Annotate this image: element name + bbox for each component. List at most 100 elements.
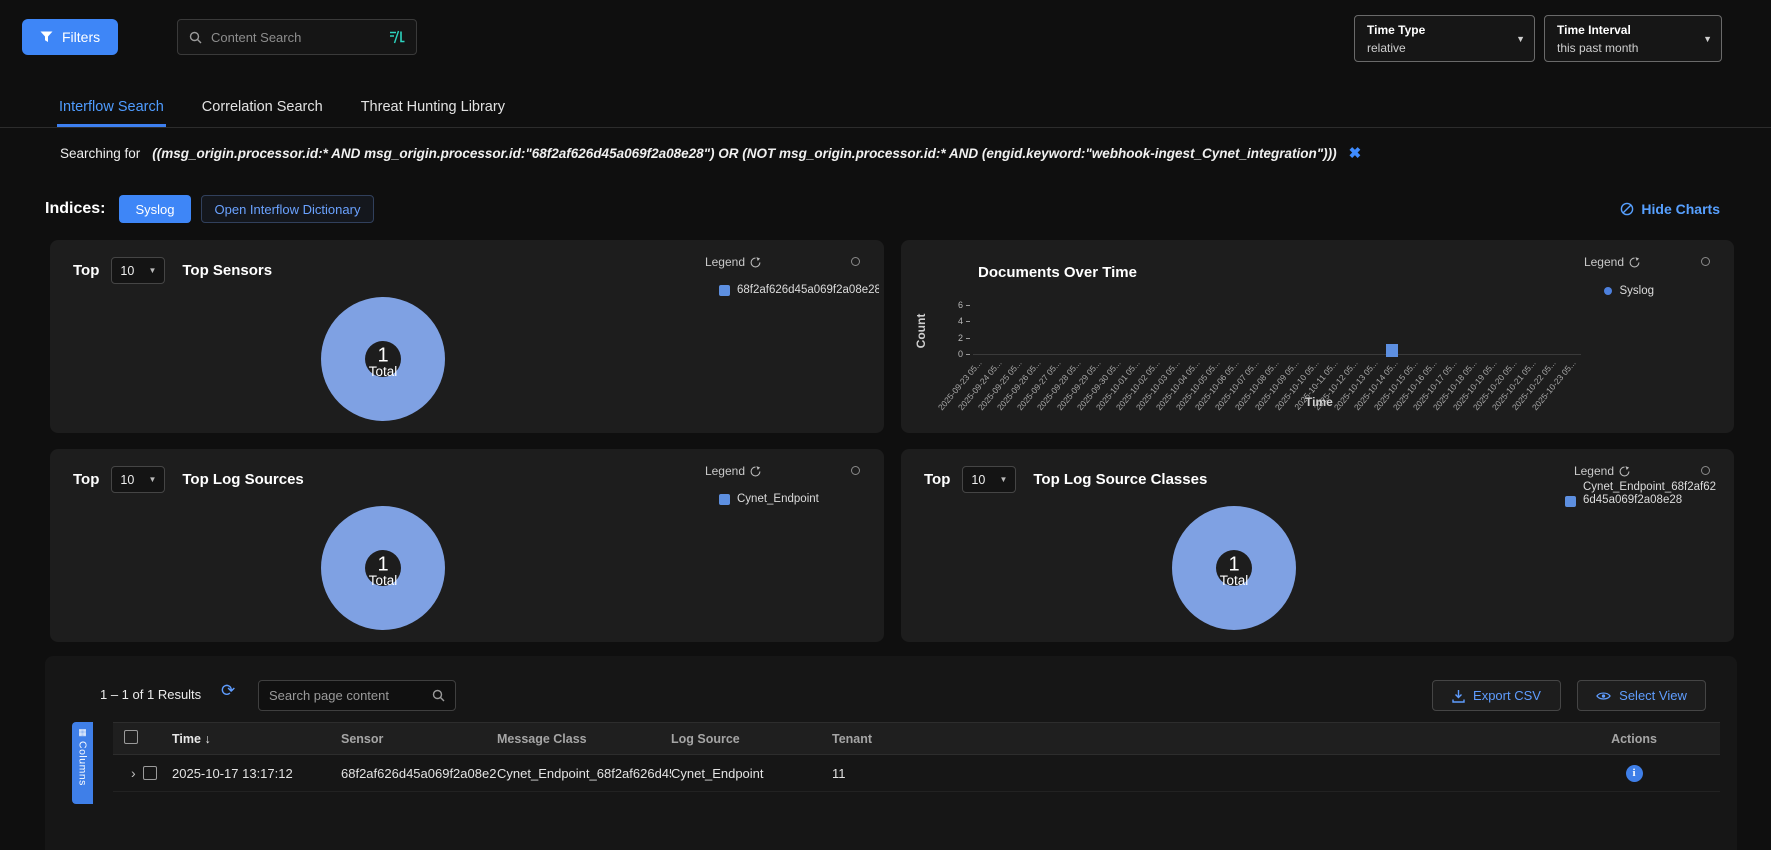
search-icon	[189, 31, 202, 44]
top-log-source-classes-panel: Top 10 ▼ Top Log Source Classes Legend C…	[901, 449, 1734, 642]
legend-item[interactable]: Cynet_Endpoint	[719, 493, 879, 505]
query-text: ((msg_origin.processor.id:* AND msg_orig…	[152, 146, 1336, 161]
row-expander-icon[interactable]: ›	[131, 766, 136, 780]
panel-radio-icon[interactable]	[851, 466, 860, 475]
legend-swatch-icon	[719, 285, 730, 296]
indices-label: Indices:	[45, 200, 105, 218]
legend-toggle-icon	[750, 257, 761, 268]
table-row[interactable]: › 2025-10-17 13:17:12 68f2af626d45a069f2…	[113, 755, 1720, 792]
panel-title: Top Log Source Classes	[1033, 471, 1207, 488]
top-label: Top	[924, 471, 950, 488]
legend-swatch-icon	[719, 494, 730, 505]
top-sensors-panel: Top 10 ▼ Top Sensors Legend 68f2af626d45…	[50, 240, 884, 433]
clear-query-icon[interactable]: ✖	[1349, 144, 1362, 162]
hide-charts-link[interactable]: Hide Charts	[1620, 201, 1720, 217]
interflow-logo-icon[interactable]	[389, 30, 405, 44]
tab-correlation-search[interactable]: Correlation Search	[200, 94, 325, 127]
documents-over-time-panel: Documents Over Time Legend Syslog Count …	[901, 240, 1734, 433]
time-type-label: Time Type	[1367, 23, 1508, 37]
content-search-input[interactable]	[211, 30, 380, 45]
column-header-time[interactable]: Time ↓	[172, 732, 341, 746]
chevron-down-icon: ▼	[148, 266, 156, 275]
donut-total-label: Total	[1220, 573, 1249, 588]
time-type-select[interactable]: Time Type relative ▼	[1354, 15, 1535, 62]
column-header-tenant[interactable]: Tenant	[832, 732, 1560, 746]
y-tick: 2	[935, 332, 963, 344]
funnel-icon	[40, 31, 53, 43]
columns-button[interactable]: ▦ Columns	[72, 722, 93, 804]
page-search-input[interactable]	[269, 688, 424, 703]
page-search-box	[258, 680, 456, 711]
y-axis-label: Count	[914, 309, 928, 353]
tab-bar: Interflow Search Correlation Search Thre…	[0, 94, 1771, 128]
legend-item[interactable]: Cynet_Endpoint_68f2af626d45a069f2a08e28	[1565, 481, 1727, 507]
tab-threat-hunting-library[interactable]: Threat Hunting Library	[359, 94, 507, 127]
panel-radio-icon[interactable]	[1701, 466, 1710, 475]
top-count-select[interactable]: 10 ▼	[111, 257, 165, 284]
legend-header[interactable]: Legend	[705, 464, 761, 478]
legend-toggle-icon	[750, 466, 761, 477]
export-csv-button[interactable]: Export CSV	[1432, 680, 1561, 711]
donut-total-label: Total	[369, 364, 398, 379]
filters-label: Filters	[62, 29, 100, 45]
column-header-log-source[interactable]: Log Source	[671, 732, 832, 746]
results-count: 1 – 1 of 1 Results	[100, 687, 201, 702]
select-view-button[interactable]: Select View	[1577, 680, 1706, 711]
info-icon[interactable]: i	[1626, 765, 1643, 782]
legend-header[interactable]: Legend	[705, 255, 761, 269]
top-label: Top	[73, 471, 99, 488]
column-header-actions: Actions	[1560, 732, 1720, 746]
filters-button[interactable]: Filters	[22, 19, 118, 55]
time-interval-value: this past month	[1557, 41, 1695, 55]
select-all-checkbox[interactable]	[124, 730, 138, 744]
cell-log-source: Cynet_Endpoint	[671, 766, 832, 781]
documents-chart: Count 6 4 2 0 2025-09-23 05...2025-09-24…	[901, 240, 1734, 433]
row-checkbox[interactable]	[143, 766, 157, 780]
top-log-sources-panel: Top 10 ▼ Top Log Sources Legend Cynet_En…	[50, 449, 884, 642]
column-header-message-class[interactable]: Message Class	[497, 732, 671, 746]
y-tick: 6	[935, 299, 963, 311]
syslog-index-button[interactable]: Syslog	[119, 195, 190, 223]
cell-time: 2025-10-17 13:17:12	[172, 766, 341, 781]
interflow-search-app: Filters Time Type relative ▼ Time Interv…	[0, 0, 1771, 850]
cell-sensor: 68f2af626d45a069f2a08e28	[341, 766, 497, 781]
chevron-down-icon: ▼	[999, 475, 1007, 484]
indices-bar: Indices: Syslog Open Interflow Dictionar…	[45, 194, 1720, 224]
top-count-select[interactable]: 10 ▼	[962, 466, 1016, 493]
panel-radio-icon[interactable]	[851, 257, 860, 266]
grid-icon: ▦	[78, 728, 87, 737]
cell-message-class: Cynet_Endpoint_68f2af626d45a069f2a08e28	[497, 766, 671, 781]
donut-chart[interactable]: 1 Total	[1172, 506, 1296, 630]
top-label: Top	[73, 262, 99, 279]
doc-bar[interactable]	[1386, 344, 1398, 357]
query-prefix: Searching for	[60, 146, 140, 161]
donut-chart[interactable]: 1 Total	[321, 297, 445, 421]
search-icon	[432, 689, 445, 702]
chevron-down-icon: ▼	[1703, 34, 1712, 44]
results-panel: 1 – 1 of 1 Results ⟳ Export CSV Select V…	[45, 656, 1737, 850]
download-icon	[1452, 689, 1465, 703]
column-header-sensor[interactable]: Sensor	[341, 732, 497, 746]
x-axis-line	[973, 354, 1581, 355]
donut-chart[interactable]: 1 Total	[321, 506, 445, 630]
time-interval-select[interactable]: Time Interval this past month ▼	[1544, 15, 1722, 62]
legend-header[interactable]: Legend	[1574, 464, 1630, 478]
open-interflow-dictionary-button[interactable]: Open Interflow Dictionary	[201, 195, 375, 223]
sort-desc-icon: ↓	[204, 732, 210, 746]
legend-item[interactable]: 68f2af626d45a069f2a08e28	[719, 284, 879, 296]
panel-title: Top Log Sources	[182, 471, 303, 488]
search-query-bar: Searching for ((msg_origin.processor.id:…	[60, 144, 1731, 162]
y-tick: 0	[935, 348, 963, 360]
legend-toggle-icon	[1619, 466, 1630, 477]
content-search-box	[177, 19, 417, 55]
time-interval-label: Time Interval	[1557, 23, 1695, 37]
table-header-row: Time ↓ Sensor Message Class Log Source T…	[113, 722, 1720, 755]
hide-charts-icon	[1620, 202, 1634, 216]
top-count-select[interactable]: 10 ▼	[111, 466, 165, 493]
eye-icon	[1596, 691, 1611, 701]
donut-total-label: Total	[369, 573, 398, 588]
tab-interflow-search[interactable]: Interflow Search	[57, 94, 166, 127]
chevron-down-icon: ▼	[148, 475, 156, 484]
refresh-icon[interactable]: ⟳	[221, 682, 235, 699]
cell-tenant: 11	[832, 766, 1560, 781]
